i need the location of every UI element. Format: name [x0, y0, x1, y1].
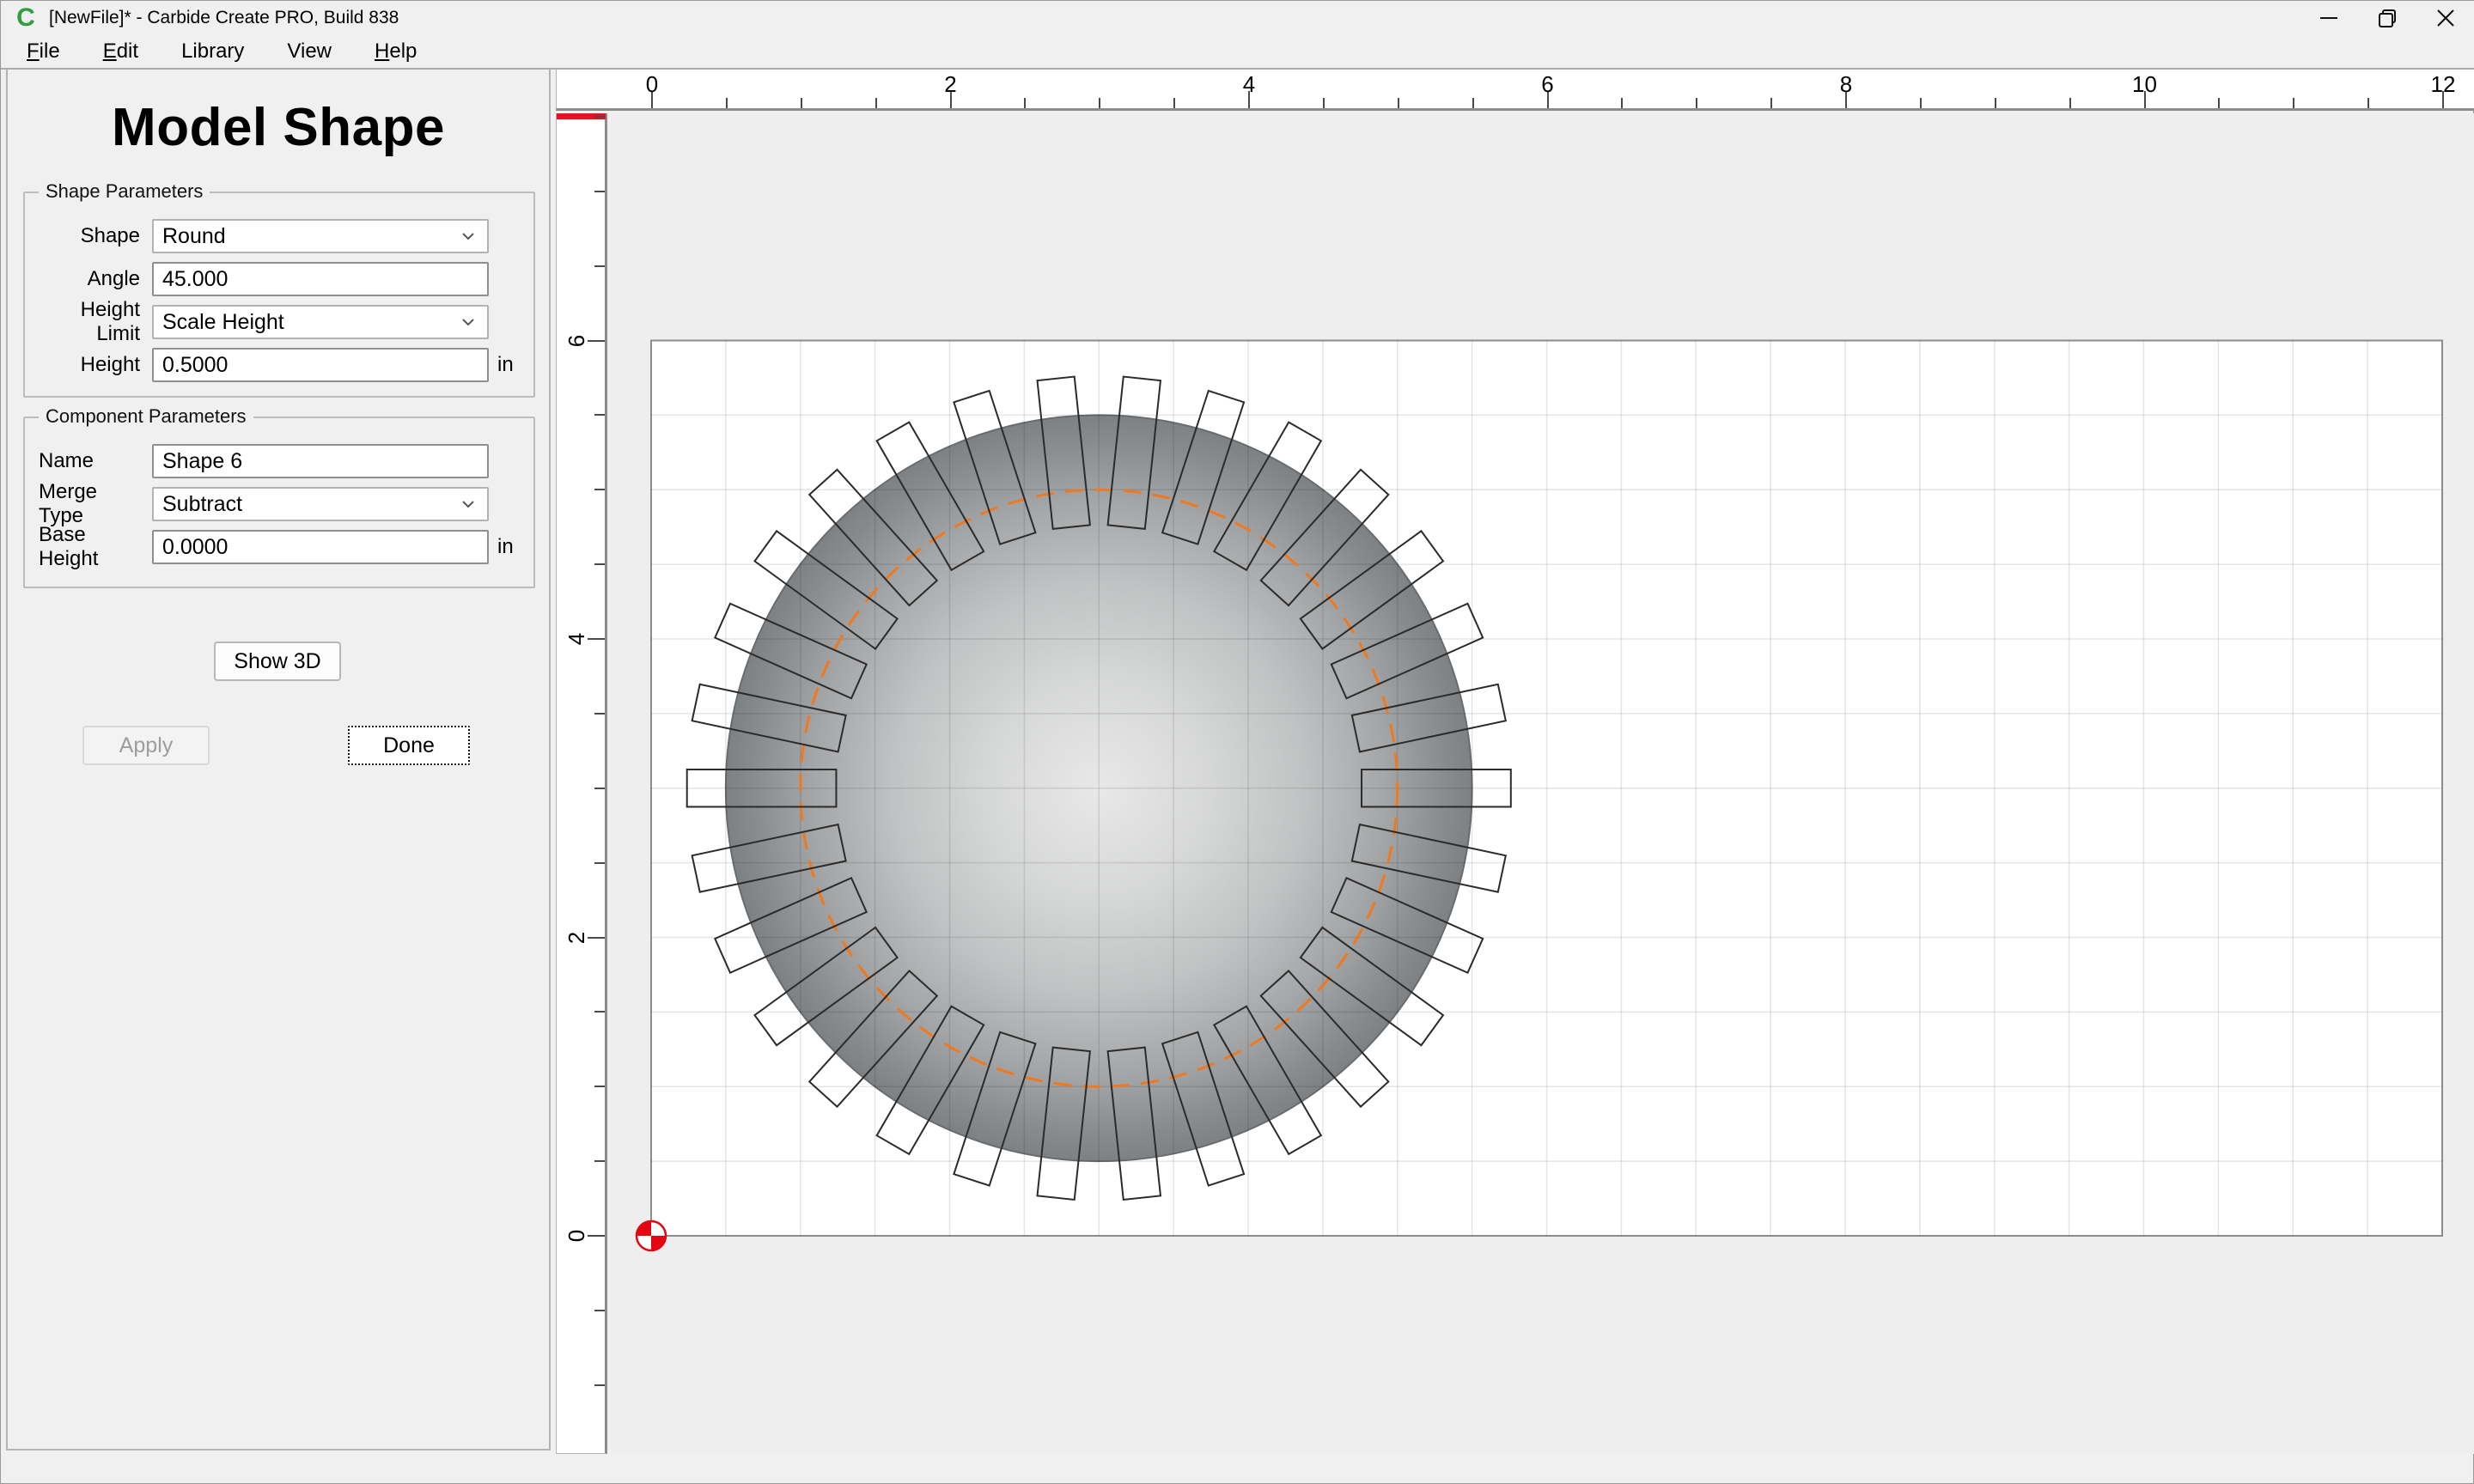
ruler-tick	[588, 1235, 605, 1237]
base-height-input[interactable]	[152, 530, 489, 564]
page-title: Model Shape	[8, 97, 549, 158]
ruler-tick	[2293, 98, 2294, 108]
ruler-tick	[1099, 98, 1100, 108]
minimize-icon	[2314, 3, 2343, 33]
origin-marker	[637, 1221, 666, 1250]
restore-button[interactable]	[2358, 1, 2416, 35]
chevron-down-icon	[460, 313, 477, 331]
ruler-tick	[594, 713, 605, 715]
ruler-tick	[1024, 98, 1026, 108]
ruler-tick	[588, 638, 605, 640]
ruler-tick	[594, 489, 605, 490]
name-label: Name	[39, 449, 152, 473]
window-title: [NewFile]* - Carbide Create PRO, Build 8…	[49, 8, 399, 28]
ruler-label: 4	[1223, 71, 1275, 98]
title-bar: C [NewFile]* - Carbide Create PRO, Build…	[1, 1, 2474, 35]
close-icon	[2431, 3, 2460, 33]
close-button[interactable]	[2416, 1, 2474, 35]
ruler-tick	[594, 788, 605, 789]
window-controls	[2300, 1, 2474, 35]
restore-icon	[2373, 3, 2402, 33]
ruler-label: 6	[1522, 71, 1574, 98]
horizontal-ruler: 0 2 4 6 8 10 12	[556, 70, 2474, 111]
ruler-label: 10	[2119, 71, 2171, 98]
vertical-ruler: 0 2 4 6	[556, 113, 607, 1454]
shape-label: Shape	[39, 224, 152, 248]
ruler-tick	[594, 265, 605, 267]
menu-edit[interactable]: Edit	[91, 36, 150, 67]
ruler-tick	[594, 563, 605, 565]
app-logo-icon: C	[13, 5, 39, 31]
ruler-tick	[1472, 98, 1474, 108]
show-3d-button[interactable]: Show 3D	[214, 642, 341, 681]
base-height-label: Base Height	[39, 523, 152, 571]
ruler-tick	[588, 937, 605, 939]
ruler-label: 8	[1820, 71, 1872, 98]
shape-parameters-group: Shape Parameters Shape Round Angle Heigh…	[23, 192, 535, 398]
ruler-tick	[2218, 98, 2220, 108]
ruler-tick	[1995, 98, 1996, 108]
menu-view[interactable]: View	[275, 36, 344, 67]
angle-input[interactable]	[152, 262, 489, 296]
model-shape-panel: Model Shape Shape Parameters Shape Round…	[6, 70, 551, 1451]
base-height-unit-label: in	[489, 535, 520, 559]
height-input[interactable]	[152, 348, 489, 382]
done-button[interactable]: Done	[348, 726, 470, 765]
ruler-tick	[594, 862, 605, 864]
menu-library[interactable]: Library	[169, 36, 256, 67]
ruler-tick	[801, 98, 802, 108]
ruler-tick	[594, 191, 605, 192]
ruler-tick	[594, 1011, 605, 1013]
ruler-tick	[594, 1160, 605, 1162]
chevron-down-icon	[460, 228, 477, 245]
ruler-label: 6	[564, 324, 588, 358]
ruler-tick	[1770, 98, 1772, 108]
ruler-tick	[594, 1384, 605, 1386]
ruler-label: 2	[564, 921, 588, 955]
shape-parameters-legend: Shape Parameters	[39, 180, 210, 203]
height-limit-select[interactable]: Scale Height	[152, 305, 489, 339]
ruler-tick	[875, 98, 877, 108]
ruler-tick	[726, 98, 728, 108]
minimize-button[interactable]	[2300, 1, 2358, 35]
menu-file[interactable]: File	[15, 36, 72, 67]
ruler-tick	[588, 340, 605, 342]
design-canvas[interactable]	[611, 113, 2474, 1454]
name-input[interactable]	[152, 444, 489, 478]
menu-bar: File Edit Library View Help	[1, 35, 2474, 68]
apply-button[interactable]: Apply	[82, 726, 210, 765]
ruler-tick	[1696, 98, 1697, 108]
ruler-tick	[1621, 98, 1623, 108]
height-label: Height	[39, 353, 152, 377]
component-parameters-group: Component Parameters Name Merge Type Sub…	[23, 417, 535, 588]
ruler-tick	[594, 116, 605, 118]
ruler-label: 2	[925, 71, 977, 98]
app-window: { "window": { "title": "[NewFile]* - Car…	[0, 0, 2474, 1484]
ruler-label: 12	[2417, 71, 2469, 98]
menu-help[interactable]: Help	[363, 36, 429, 67]
shape-select[interactable]: Round	[152, 219, 489, 253]
merge-type-label: Merge Type	[39, 480, 152, 528]
merge-type-select[interactable]: Subtract	[152, 487, 489, 521]
component-parameters-legend: Component Parameters	[39, 405, 253, 428]
ruler-label: 4	[564, 622, 588, 656]
ruler-tick	[594, 414, 605, 416]
chevron-down-icon	[460, 496, 477, 513]
ruler-tick	[1920, 98, 1922, 108]
height-unit-label: in	[489, 353, 520, 377]
ruler-tick	[2367, 98, 2369, 108]
angle-label: Angle	[39, 267, 152, 291]
height-limit-label: Height Limit	[39, 298, 152, 346]
ruler-tick	[1323, 98, 1325, 108]
ruler-label: 0	[626, 71, 678, 98]
ruler-tick	[1173, 98, 1175, 108]
ruler-label: 0	[564, 1219, 588, 1253]
ruler-tick	[1398, 98, 1399, 108]
ruler-tick	[594, 1310, 605, 1311]
ruler-tick	[2069, 98, 2071, 108]
ruler-tick	[594, 1086, 605, 1087]
